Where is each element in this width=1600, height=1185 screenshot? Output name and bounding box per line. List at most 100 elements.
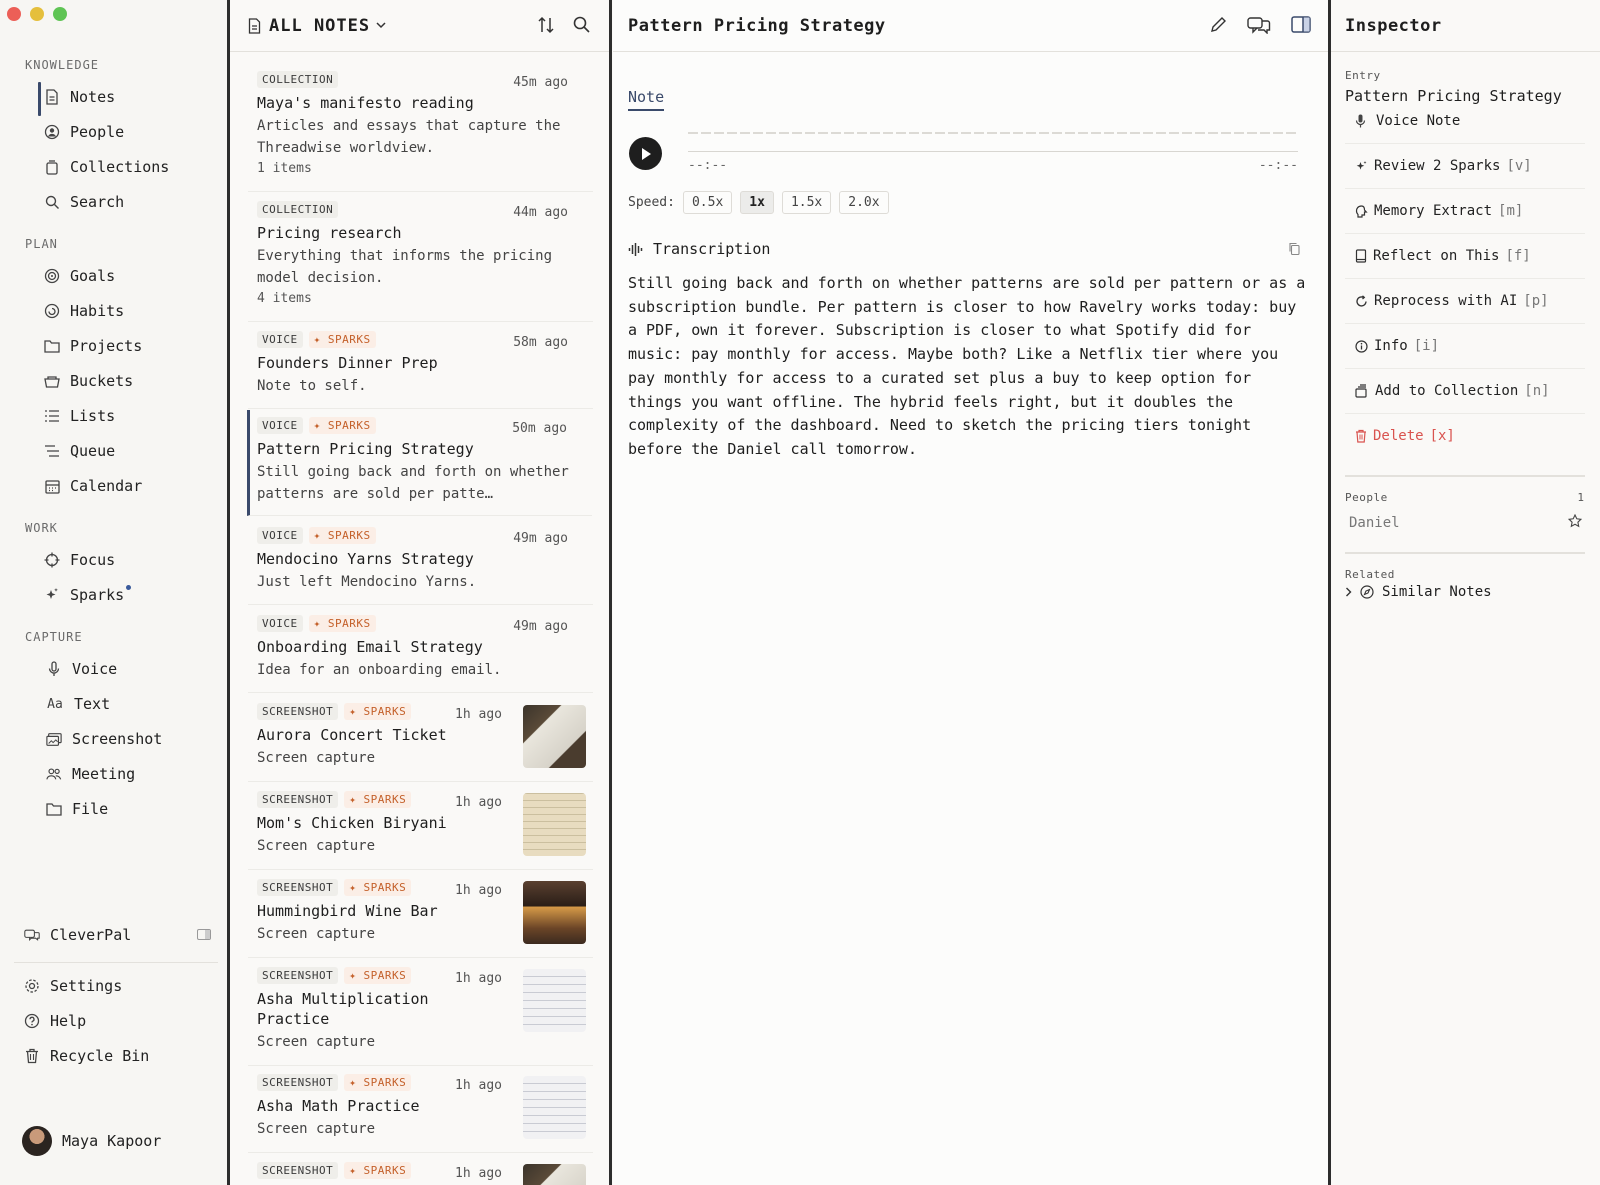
divider xyxy=(1345,475,1585,477)
minimize-window-button[interactable] xyxy=(30,7,44,21)
sidebar-item-label: Meeting xyxy=(72,765,136,783)
sidebar-item-text[interactable]: Aa Text xyxy=(46,689,216,719)
sidebar-item-label: Settings xyxy=(50,977,123,995)
trash-icon xyxy=(24,1048,40,1064)
note-list-item[interactable]: VOICE ✦ SPARKS 49m ago Mendocino Yarns S… xyxy=(248,526,593,605)
note-list-item[interactable]: SCREENSHOT ✦ SPARKS 1h ago Asha Math Pra… xyxy=(248,1073,593,1153)
chat-bubbles-icon xyxy=(24,927,40,943)
sidebar-item-help[interactable]: Help xyxy=(24,1006,194,1036)
sparks-badge: ✦ SPARKS xyxy=(308,526,376,544)
speed-option-1.5x[interactable]: 1.5x xyxy=(781,191,832,214)
chat-bubbles-icon[interactable] xyxy=(1247,16,1271,34)
note-list-item[interactable]: VOICE ✦ SPARKS 58m ago Founders Dinner P… xyxy=(248,330,593,409)
sidebar-item-collections[interactable]: Collections xyxy=(44,152,214,182)
maximize-window-button[interactable] xyxy=(53,7,67,21)
cleverpal-button[interactable]: CleverPal xyxy=(24,920,194,950)
edit-icon[interactable] xyxy=(1210,16,1227,34)
sidebar-item-queue[interactable]: Queue xyxy=(44,436,214,466)
sidebar-item-meeting[interactable]: Meeting xyxy=(46,759,216,789)
pane-divider[interactable] xyxy=(609,0,612,1185)
note-time: 50m ago xyxy=(512,421,567,436)
note-time: 1h ago xyxy=(455,1166,502,1181)
document-icon xyxy=(248,17,261,34)
transcription-label: Transcription xyxy=(653,240,771,258)
note-thumbnail xyxy=(523,793,586,856)
sidebar-item-label: Recycle Bin xyxy=(50,1047,150,1065)
sidebar-item-settings[interactable]: Settings xyxy=(24,971,194,1001)
sparks-badge: ✦ SPARKS xyxy=(344,878,412,896)
note-list-title[interactable]: ALL NOTES xyxy=(269,16,370,36)
crosshair-icon xyxy=(44,552,60,568)
note-time: 1h ago xyxy=(455,971,502,986)
reflect-button[interactable]: Reflect on This [f] xyxy=(1345,233,1585,278)
play-button[interactable] xyxy=(629,137,662,170)
note-list-item[interactable]: SCREENSHOT ✦ SPARKS 1h ago Hummingbird W… xyxy=(248,878,593,958)
sidebar-item-focus[interactable]: Focus xyxy=(44,545,214,575)
sidebar-item-habits[interactable]: Habits xyxy=(44,296,214,326)
user-profile[interactable]: Maya Kapoor xyxy=(22,1124,192,1158)
note-list-item-selected[interactable]: VOICE ✦ SPARKS 50m ago Pattern Pricing S… xyxy=(247,410,592,516)
review-sparks-button[interactable]: Review 2 Sparks [v] xyxy=(1345,143,1585,188)
note-list-item[interactable]: VOICE ✦ SPARKS 49m ago Onboarding Email … xyxy=(248,614,593,693)
transcription-text: Still going back and forth on whether pa… xyxy=(628,274,1306,458)
sidebar-item-label: Queue xyxy=(70,442,116,460)
audio-progress-bar[interactable] xyxy=(688,151,1298,152)
chevron-down-icon[interactable] xyxy=(376,22,386,29)
sparks-badge: ✦ SPARKS xyxy=(308,614,376,632)
sparks-badge: ✦ SPARKS xyxy=(344,790,412,808)
sidebar-item-recycle-bin[interactable]: Recycle Bin xyxy=(24,1041,194,1071)
sidebar-item-lists[interactable]: Lists xyxy=(44,401,214,431)
memory-extract-button[interactable]: Memory Extract [m] xyxy=(1345,188,1585,233)
person-chip[interactable]: Daniel xyxy=(1349,515,1400,531)
app-window: KNOWLEDGE Notes People Collections Searc… xyxy=(0,0,1600,1185)
note-item-count: 1 items xyxy=(257,161,312,176)
sidebar-item-projects[interactable]: Projects xyxy=(44,331,214,361)
sidebar-item-notes[interactable]: Notes xyxy=(38,82,214,116)
note-list-item[interactable]: COLLECTION 45m ago Maya's manifesto read… xyxy=(248,70,593,192)
sidebar-item-sparks[interactable]: Sparks xyxy=(44,580,214,610)
search-icon[interactable] xyxy=(573,16,590,34)
note-list-item[interactable]: COLLECTION 44m ago Pricing research Ever… xyxy=(248,200,593,322)
speed-option-0.5x[interactable]: 0.5x xyxy=(682,191,733,214)
note-list-item[interactable]: SCREENSHOT ✦ SPARKS 1h ago Asha Multipli… xyxy=(248,966,593,1066)
sidebar-item-buckets[interactable]: Buckets xyxy=(44,366,214,396)
speed-option-1x[interactable]: 1x xyxy=(740,191,774,214)
sidebar-item-calendar[interactable]: Calendar xyxy=(44,471,214,501)
note-list-item[interactable]: SCREENSHOT ✦ SPARKS 1h ago Aurora Concer… xyxy=(248,702,593,782)
note-list-item[interactable]: SCREENSHOT ✦ SPARKS 1h ago xyxy=(248,1161,593,1185)
similar-notes-toggle[interactable]: Similar Notes xyxy=(1345,584,1492,600)
type-badge: SCREENSHOT xyxy=(257,966,339,984)
sidebar-item-label: Projects xyxy=(70,337,143,355)
star-icon[interactable] xyxy=(1568,514,1582,528)
sidebar-item-people[interactable]: People xyxy=(44,117,214,147)
add-to-collection-button[interactable]: Add to Collection [n] xyxy=(1345,368,1585,413)
chevron-right-icon xyxy=(1345,587,1352,597)
speed-option-2.0x[interactable]: 2.0x xyxy=(839,191,889,214)
note-thumbnail xyxy=(523,881,586,944)
sidebar-toggle-icon[interactable] xyxy=(1291,16,1311,34)
brain-icon xyxy=(1355,204,1368,218)
note-list-item[interactable]: SCREENSHOT ✦ SPARKS 1h ago Mom's Chicken… xyxy=(248,790,593,870)
delete-button[interactable]: Delete [x] xyxy=(1345,413,1585,458)
sidebar-item-voice[interactable]: Voice xyxy=(46,654,216,684)
sidebar-item-goals[interactable]: Goals xyxy=(44,261,214,291)
sidebar-item-search[interactable]: Search xyxy=(44,187,214,217)
note-title: Onboarding Email Strategy xyxy=(257,638,483,656)
sparks-badge: ✦ SPARKS xyxy=(344,1161,412,1179)
audio-waveform[interactable] xyxy=(688,132,1298,134)
note-description: Screen capture xyxy=(257,1034,376,1050)
compass-icon xyxy=(1360,585,1374,599)
sidebar-item-screenshot[interactable]: Screenshot xyxy=(46,724,216,754)
info-button[interactable]: Info [i] xyxy=(1345,323,1585,368)
sort-icon[interactable] xyxy=(537,16,555,34)
cleverpal-label: CleverPal xyxy=(50,926,132,944)
sidebar-item-label: Sparks xyxy=(70,586,125,604)
sidebar-item-file[interactable]: File xyxy=(46,794,216,824)
tab-note[interactable]: Note xyxy=(628,88,665,111)
panel-toggle-icon[interactable] xyxy=(197,929,211,940)
microphone-icon xyxy=(1355,114,1366,128)
copy-icon[interactable] xyxy=(1288,242,1300,255)
reprocess-ai-button[interactable]: Reprocess with AI [p] xyxy=(1345,278,1585,323)
document-icon xyxy=(44,89,60,105)
close-window-button[interactable] xyxy=(7,7,21,21)
